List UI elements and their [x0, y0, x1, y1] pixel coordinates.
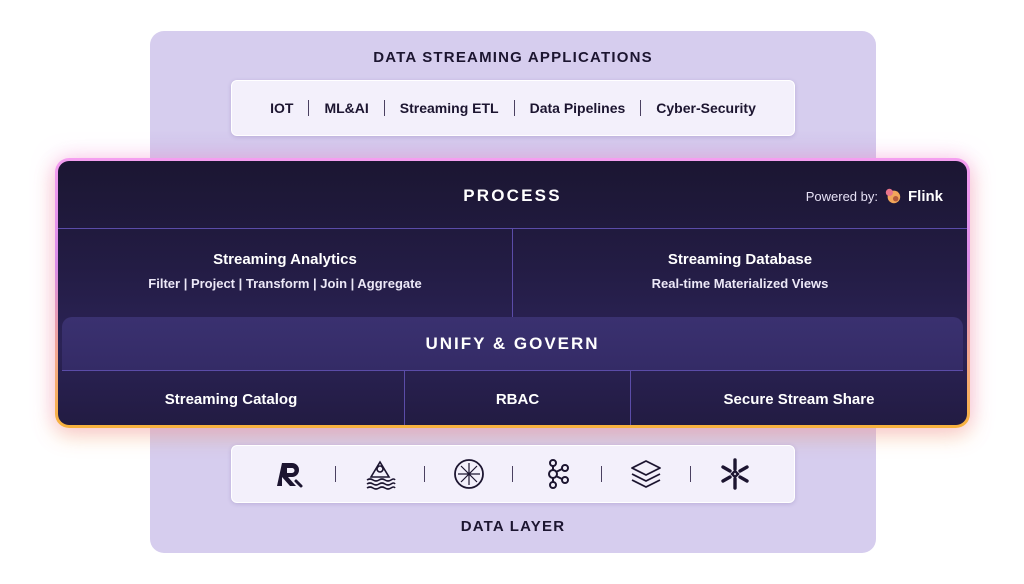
starburst-logo-icon: [451, 456, 487, 492]
kafka-on-waves-logo-icon: [362, 456, 398, 492]
platform-box: PROCESS Powered by: Flink Streaming Anal…: [55, 158, 970, 428]
redpanda-logo-icon: [273, 456, 309, 492]
unify-govern-title: UNIFY & GOVERN: [425, 334, 600, 353]
app-item-ml-ai: ML&AI: [324, 100, 369, 116]
streaming-database-cell: Streaming Database Real-time Materialize…: [512, 229, 967, 317]
flink-squirrel-icon: [885, 188, 901, 204]
app-item-iot: IOT: [270, 100, 294, 116]
streaming-analytics-cell: Streaming Analytics Filter | Project | T…: [58, 229, 512, 317]
app-item-streaming-etl: Streaming ETL: [399, 100, 499, 116]
streaming-catalog-cell: Streaming Catalog: [164, 391, 298, 408]
data-layer-bar: [231, 445, 795, 503]
rbac-cell: RBAC: [404, 371, 630, 425]
powered-by-label: Powered by:: [805, 188, 878, 204]
process-row: Streaming Analytics Filter | Project | T…: [58, 229, 967, 317]
app-item-data-pipelines: Data Pipelines: [529, 100, 626, 116]
process-header: PROCESS Powered by: Flink: [58, 161, 967, 229]
streaming-database-title: Streaming Database: [667, 251, 813, 268]
separator: [334, 466, 336, 482]
flink-name: Flink: [907, 187, 943, 205]
applications-bar: IOT ML&AI Streaming ETL Data Pipelines C…: [231, 80, 795, 136]
platform-inner: PROCESS Powered by: Flink Streaming Anal…: [58, 161, 967, 425]
data-layer-title: DATA LAYER: [460, 518, 566, 535]
applications-title: DATA STREAMING APPLICATIONS: [373, 49, 653, 66]
snowflake-logo-icon: [717, 456, 753, 492]
streaming-analytics-subtitle: Filter | Project | Transform | Join | Ag…: [148, 276, 422, 291]
separator: [690, 466, 692, 482]
unify-govern-band: UNIFY & GOVERN: [62, 317, 963, 371]
kafka-nodes-logo-icon: [539, 456, 575, 492]
data-layer-logos: [273, 456, 753, 492]
streaming-analytics-title: Streaming Analytics: [213, 251, 357, 268]
powered-by: Powered by: Flink: [806, 187, 943, 205]
separator: [512, 466, 514, 482]
streaming-database-subtitle: Real-time Materialized Views: [651, 276, 829, 291]
secure-stream-share-cell: Secure Stream Share: [630, 371, 967, 425]
app-item-cyber-security: Cyber-Security: [656, 100, 756, 116]
separator: [601, 466, 603, 482]
govern-row: Streaming Catalog RBAC Secure Stream Sha…: [58, 371, 967, 425]
layers-stack-logo-icon: [628, 456, 664, 492]
separator: [423, 466, 425, 482]
